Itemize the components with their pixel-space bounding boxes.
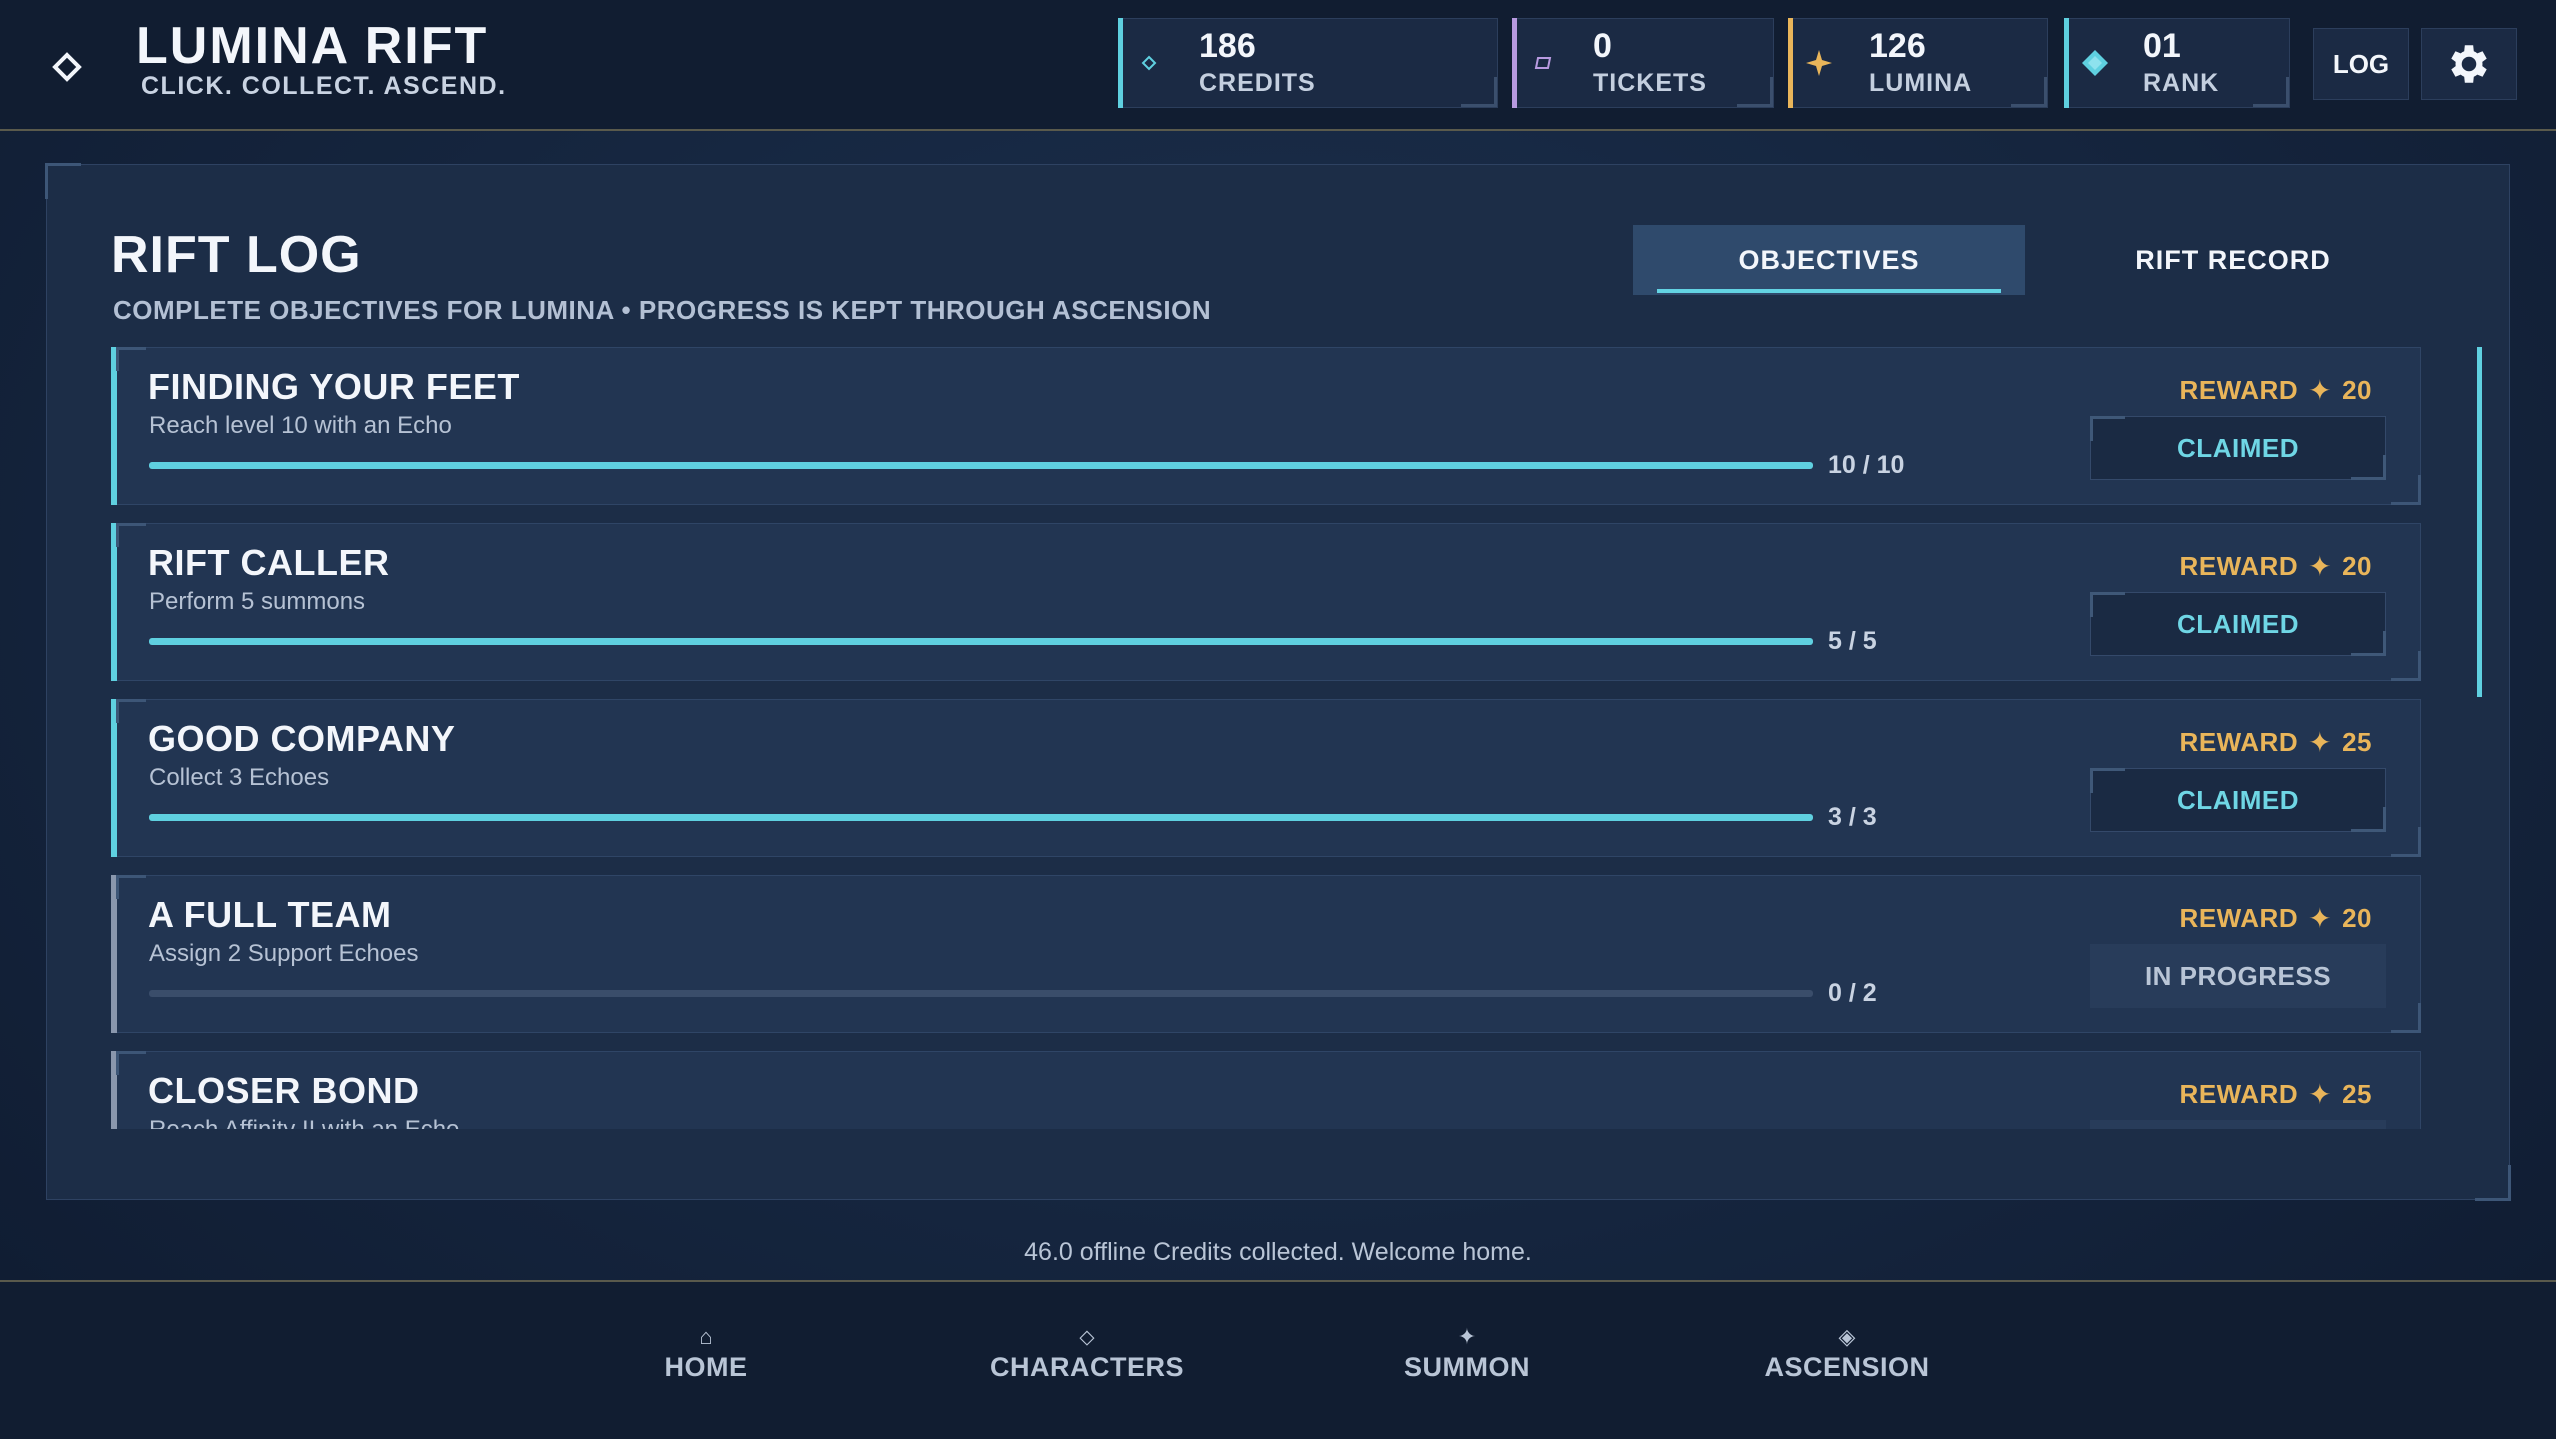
- credits-diamond-icon: [1133, 47, 1165, 79]
- objective-reward: REWARD ✦ 20: [2180, 902, 2372, 935]
- objective-progress-bar: [149, 638, 1813, 645]
- ticket-icon: [1527, 47, 1559, 79]
- offline-notice: 46.0 offline Credits collected. Welcome …: [1024, 1238, 1532, 1266]
- ascension-icon: ◈: [1838, 1324, 1856, 1349]
- objective-progress-text: 3 / 3: [1828, 803, 1877, 831]
- rift-log-panel: RIFT LOG COMPLETE OBJECTIVES FOR LUMINA …: [45, 163, 2511, 1201]
- reward-value: 25: [2342, 1079, 2372, 1109]
- objective-progress-text: 10 / 10: [1828, 451, 1905, 479]
- reward-value: 20: [2342, 903, 2372, 933]
- stat-credits: 186 CREDITS: [1118, 18, 1498, 108]
- credits-value: 186: [1199, 27, 1256, 65]
- game-title: LUMINA RIFT: [136, 17, 489, 75]
- claimed-button[interactable]: CLAIMED: [2090, 416, 2386, 480]
- panel-title: RIFT LOG: [111, 226, 362, 284]
- objective-description: Collect 3 Echoes: [149, 764, 330, 791]
- reward-value: 25: [2342, 727, 2372, 757]
- nav-characters[interactable]: ⬦ CHARACTERS: [977, 1324, 1197, 1383]
- objective-name: A FULL TEAM: [148, 894, 392, 935]
- objective-card: A FULL TEAM Assign 2 Support Echoes 0 / …: [111, 875, 2421, 1033]
- objective-name: CLOSER BOND: [148, 1070, 420, 1111]
- claimed-button[interactable]: CLAIMED: [2090, 768, 2386, 832]
- game-tagline: CLICK. COLLECT. ASCEND.: [141, 72, 507, 100]
- objective-card: CLOSER BOND Reach Affinity II with an Ec…: [111, 1051, 2421, 1129]
- bottom-nav: ⌂ HOME ⬦ CHARACTERS ✦ SUMMON ◈ ASCENSION: [0, 1280, 2556, 1439]
- tickets-label: TICKETS: [1593, 69, 1707, 97]
- log-button[interactable]: LOG: [2313, 28, 2409, 100]
- nav-summon[interactable]: ✦ SUMMON: [1357, 1324, 1577, 1383]
- nav-label: HOME: [664, 1352, 748, 1382]
- objective-description: Assign 2 Support Echoes: [149, 940, 419, 967]
- objective-reward: REWARD ✦ 25: [2180, 726, 2372, 759]
- objective-reward: REWARD ✦ 20: [2180, 550, 2372, 583]
- objective-reward: REWARD ✦ 25: [2180, 1078, 2372, 1111]
- lumina-sparkle-icon: ✦: [2308, 375, 2333, 406]
- rank-label: RANK: [2143, 69, 2220, 97]
- objective-card: GOOD COMPANY Collect 3 Echoes 3 / 3 REWA…: [111, 699, 2421, 857]
- stat-lumina: 126 LUMINA: [1788, 18, 2048, 108]
- nav-label: CHARACTERS: [990, 1352, 1184, 1382]
- summon-icon: ✦: [1457, 1324, 1477, 1349]
- reward-value: 20: [2342, 551, 2372, 581]
- lumina-sparkle-icon: ✦: [2308, 903, 2333, 934]
- reward-label: REWARD: [2179, 551, 2299, 581]
- objective-progress-text: 5 / 5: [1828, 627, 1877, 655]
- lumina-sparkle-icon: ✦: [2308, 727, 2333, 758]
- game-screen: LUMINA RIFT CLICK. COLLECT. ASCEND. 186 …: [0, 0, 2556, 1439]
- objective-progress-text: 0 / 2: [1828, 979, 1877, 1007]
- objective-description: Perform 5 summons: [149, 588, 366, 615]
- objective-status: [2090, 1120, 2386, 1129]
- objectives-list[interactable]: FINDING YOUR FEET Reach level 10 with an…: [111, 347, 2439, 1129]
- lumina-label: LUMINA: [1869, 69, 1973, 97]
- objective-name: GOOD COMPANY: [148, 718, 456, 759]
- settings-button[interactable]: [2421, 28, 2517, 100]
- credits-label: CREDITS: [1199, 69, 1316, 97]
- objective-description: Reach level 10 with an Echo: [149, 412, 452, 439]
- nav-label: ASCENSION: [1764, 1352, 1930, 1382]
- nav-label: SUMMON: [1404, 1352, 1530, 1382]
- tab-rift-record[interactable]: RIFT RECORD: [2037, 225, 2429, 295]
- reward-label: REWARD: [2179, 903, 2299, 933]
- panel-subtitle: COMPLETE OBJECTIVES FOR LUMINA • PROGRES…: [113, 295, 1212, 325]
- top-bar: LUMINA RIFT CLICK. COLLECT. ASCEND. 186 …: [0, 0, 2556, 131]
- claimed-button[interactable]: CLAIMED: [2090, 592, 2386, 656]
- reward-value: 20: [2342, 375, 2372, 405]
- rank-value: 01: [2143, 27, 2181, 65]
- objective-description: Reach Affinity II with an Echo: [149, 1116, 459, 1129]
- characters-icon: ⬦: [1079, 1324, 1095, 1349]
- home-icon: ⌂: [699, 1324, 713, 1349]
- list-scrollbar[interactable]: [2477, 347, 2482, 697]
- rank-diamond-icon: [2079, 47, 2111, 79]
- objective-card: RIFT CALLER Perform 5 summons 5 / 5 REWA…: [111, 523, 2421, 681]
- sparkle-icon: [1803, 47, 1835, 79]
- objective-progress-bar: [149, 462, 1813, 469]
- stat-tickets: 0 TICKETS: [1512, 18, 1774, 108]
- nav-ascension[interactable]: ◈ ASCENSION: [1737, 1324, 1957, 1383]
- objective-progress-bar: [149, 814, 1813, 821]
- in-progress-status: IN PROGRESS: [2090, 944, 2386, 1008]
- stat-rank: 01 RANK: [2064, 18, 2290, 108]
- reward-label: REWARD: [2179, 727, 2299, 757]
- tickets-value: 0: [1593, 27, 1612, 65]
- objective-name: RIFT CALLER: [148, 542, 390, 583]
- lumina-sparkle-icon: ✦: [2308, 551, 2333, 582]
- objective-progress-bar: [149, 990, 1813, 997]
- diamond-outline-icon: [52, 52, 82, 82]
- tab-objectives[interactable]: OBJECTIVES: [1633, 225, 2025, 295]
- objective-reward: REWARD ✦ 20: [2180, 374, 2372, 407]
- lumina-sparkle-icon: ✦: [2308, 1079, 2333, 1110]
- gear-icon: [2451, 45, 2487, 83]
- reward-label: REWARD: [2179, 375, 2299, 405]
- objective-name: FINDING YOUR FEET: [148, 366, 520, 407]
- nav-home[interactable]: ⌂ HOME: [596, 1324, 816, 1383]
- lumina-value: 126: [1869, 27, 1926, 65]
- objective-card: FINDING YOUR FEET Reach level 10 with an…: [111, 347, 2421, 505]
- reward-label: REWARD: [2179, 1079, 2299, 1109]
